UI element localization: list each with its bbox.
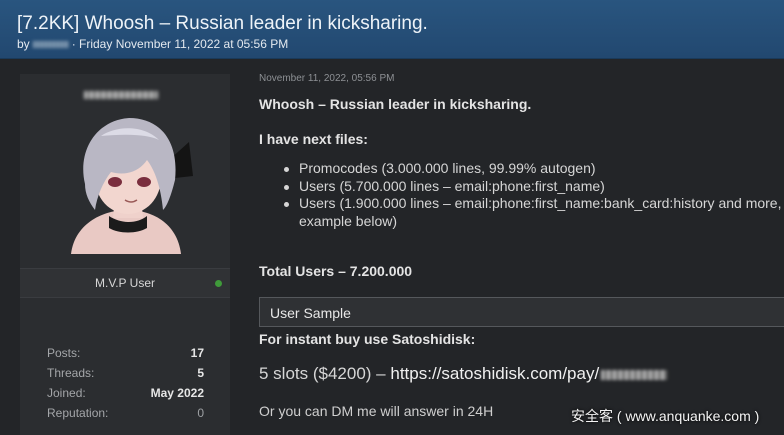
- spoiler-label: User Sample: [270, 305, 351, 321]
- stat-label: Threads:: [47, 366, 95, 380]
- watermark: 安全客 ( www.anquanke.com ): [571, 408, 760, 424]
- user-avatar[interactable]: [51, 106, 201, 254]
- post-headline: Whoosh – Russian leader in kicksharing.: [259, 96, 532, 112]
- avatar-eye-right: [137, 177, 151, 187]
- avatar-eye-left: [108, 177, 122, 187]
- payment-link[interactable]: https://satoshidisk.com/pay/: [390, 364, 599, 383]
- stat-threads: Threads: 5: [47, 366, 204, 382]
- buy-heading: For instant buy use Satoshidisk:: [259, 331, 476, 347]
- stat-reputation: Reputation: 0: [47, 406, 204, 422]
- spoiler-toggle-button[interactable]: User Sample: [259, 297, 784, 327]
- redacted-url-suffix[interactable]: [601, 369, 668, 380]
- thread-header: [7.2KK] Whoosh – Russian leader in kicks…: [0, 0, 784, 59]
- stat-value[interactable]: 5: [197, 366, 204, 380]
- files-list: Promocodes (3.000.000 lines, 99.99% auto…: [259, 160, 784, 230]
- list-item: Users (1.900.000 lines – email:phone:fir…: [284, 195, 784, 230]
- thread-title: [7.2KK] Whoosh – Russian leader in kicks…: [17, 13, 428, 34]
- files-heading: I have next files:: [259, 131, 368, 147]
- redacted-username[interactable]: [84, 91, 158, 99]
- stat-value: May 2022: [150, 386, 204, 400]
- thread-byline: by · Friday November 11, 2022 at 05:56 PM: [17, 37, 288, 51]
- list-item: Promocodes (3.000.000 lines, 99.99% auto…: [284, 160, 784, 178]
- user-rank: M.V.P User: [94, 276, 156, 290]
- rank-bar: M.V.P User: [20, 268, 230, 298]
- stat-posts: Posts: 17: [47, 346, 204, 362]
- post-timestamp[interactable]: November 11, 2022, 05:56 PM: [259, 73, 394, 84]
- total-users: Total Users – 7.200.000: [259, 263, 413, 279]
- dm-note: Or you can DM me will answer in 24H: [259, 403, 494, 419]
- stat-label: Reputation:: [47, 406, 109, 420]
- slots-text: 5 slots ($4200) –: [259, 364, 391, 383]
- redacted-author-name[interactable]: [32, 40, 69, 48]
- list-item: Users (5.700.000 lines – email:phone:fir…: [284, 178, 784, 196]
- byline-prefix: by: [17, 37, 30, 51]
- stat-value[interactable]: 17: [191, 346, 204, 360]
- slots-line: 5 slots ($4200) – https://satoshidisk.co…: [259, 364, 668, 384]
- stat-value[interactable]: 0: [197, 406, 204, 420]
- stat-label: Joined:: [47, 386, 86, 400]
- byline-date: · Friday November 11, 2022 at 05:56 PM: [71, 37, 289, 51]
- stat-joined: Joined: May 2022: [47, 386, 204, 402]
- stat-label: Posts:: [47, 346, 81, 360]
- online-status-icon: [215, 280, 222, 287]
